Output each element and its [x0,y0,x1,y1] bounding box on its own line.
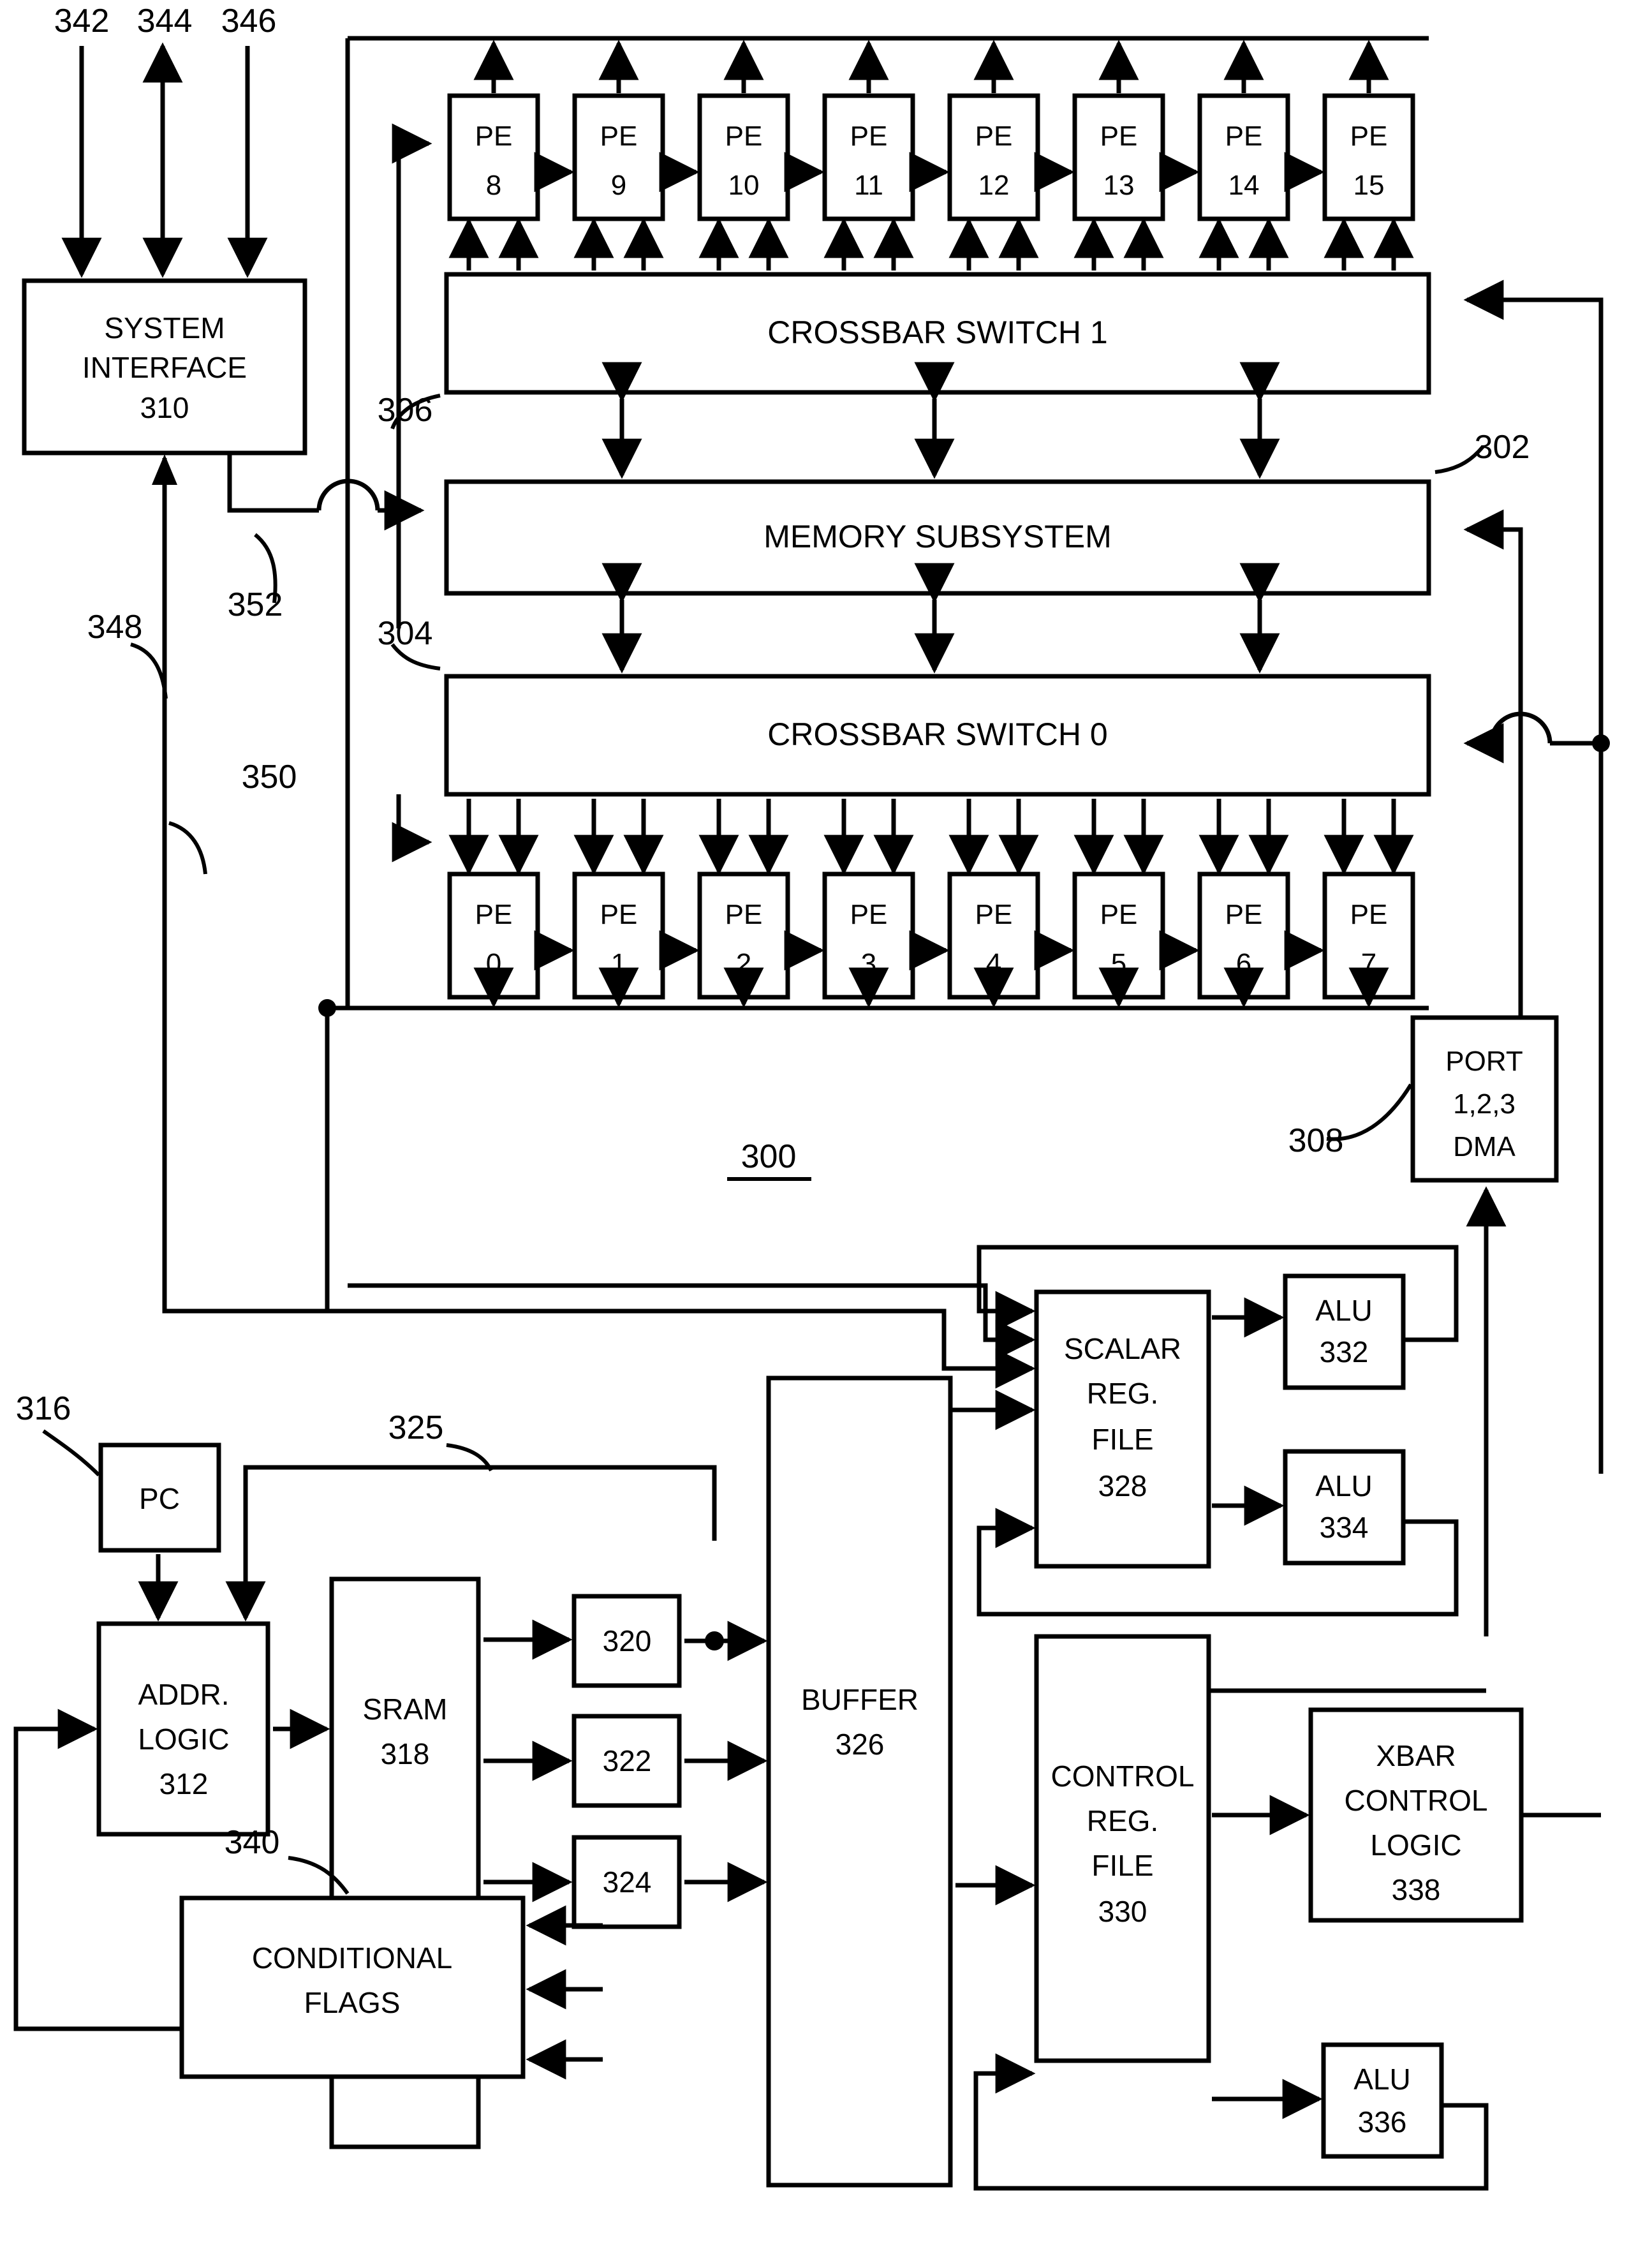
buffer-label: BUFFER [801,1683,918,1716]
reg-320-label: 320 [603,1624,652,1657]
alu-332-label: ALU [1315,1294,1372,1327]
system-interface-line1: SYSTEM [104,311,225,345]
ref-342: 342 [54,3,110,40]
ref-308: 308 [1288,1122,1344,1159]
scalar-reg-line1: SCALAR [1064,1332,1181,1365]
pc-label: PC [139,1482,180,1515]
reg-322-label: 322 [603,1744,652,1777]
ref-352: 352 [228,586,283,623]
alu-336-label: ALU [1353,2063,1410,2096]
port-dma-line2: 1,2,3 [1453,1088,1516,1120]
alu-334-label: ALU [1315,1469,1372,1502]
conditional-flags-line1: CONDITIONAL [252,1941,452,1975]
conditional-flags-line2: FLAGS [304,1986,401,2019]
addr-logic-line2: LOGIC [138,1723,229,1756]
xbar-ref: 338 [1392,1873,1441,1906]
alu-332-ref: 332 [1320,1335,1369,1368]
ref-340: 340 [225,1824,280,1861]
control-reg-line3: FILE [1091,1849,1153,1882]
reg-324-label: 324 [603,1865,652,1899]
addr-logic-ref: 312 [159,1767,209,1800]
patent-figure-canvas: PE 8 PE 9 PE 10 PE 11 PE 12 PE 13 PE 14 PE 15 PE 0 PE 1 PE 2 P… [0,0,1652,2254]
control-reg-ref: 330 [1098,1895,1147,1928]
crossbar-switch-0-label: CROSSBAR SWITCH 0 [767,716,1107,752]
alu-334-ref: 334 [1320,1511,1369,1544]
xbar-line2: CONTROL [1345,1784,1488,1817]
scalar-reg-ref: 328 [1098,1469,1147,1502]
ref-346: 346 [221,3,277,40]
system-interface-line2: INTERFACE [82,351,247,384]
ref-348: 348 [87,609,143,646]
ref-316: 316 [16,1390,71,1427]
addr-logic-line1: ADDR. [138,1678,229,1711]
port-dma-line3: DMA [1453,1131,1516,1162]
scalar-reg-line2: REG. [1087,1377,1158,1410]
figure-ref-300: 300 [741,1138,797,1175]
ref-344: 344 [137,3,193,40]
ref-306: 306 [378,392,433,429]
control-reg-line2: REG. [1087,1804,1158,1837]
sram-ref: 318 [381,1737,430,1770]
ref-325: 325 [388,1409,444,1446]
port-dma-line1: PORT [1445,1046,1523,1077]
xbar-line3: LOGIC [1370,1828,1461,1862]
crossbar-switch-1-label: CROSSBAR SWITCH 1 [767,315,1107,350]
alu-336-ref: 336 [1358,2105,1407,2139]
ref-350: 350 [242,759,297,796]
sram-label: SRAM [363,1693,448,1726]
xbar-line1: XBAR [1376,1739,1456,1772]
system-interface-ref: 310 [140,391,189,424]
control-reg-line1: CONTROL [1051,1760,1195,1793]
text-layer: 342 344 346 SYSTEM INTERFACE 310 CROSSBA… [16,3,1530,2139]
ref-302: 302 [1475,429,1530,466]
memory-subsystem-label: MEMORY SUBSYSTEM [763,519,1111,554]
ref-304: 304 [378,615,433,652]
buffer-ref: 326 [836,1728,885,1761]
scalar-reg-line3: FILE [1091,1423,1153,1456]
